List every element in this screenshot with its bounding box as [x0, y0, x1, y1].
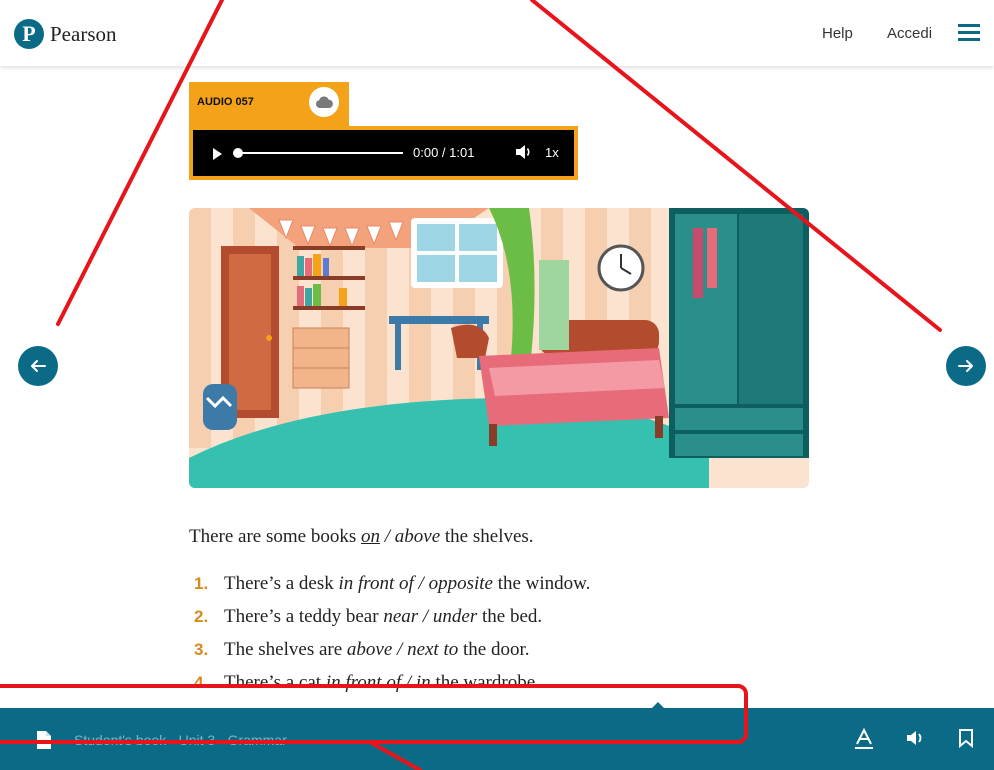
- volume-icon[interactable]: [906, 728, 926, 748]
- item-after: the bed.: [477, 606, 543, 627]
- exercise-list: 1. There’s a desk in front of / opposite…: [194, 573, 590, 705]
- item-before: There’s a cat: [224, 672, 326, 693]
- arrow-right-icon: [958, 360, 973, 372]
- pearson-logo[interactable]: P Pearson: [14, 19, 117, 49]
- list-item: 1. There’s a desk in front of / opposite…: [194, 573, 590, 606]
- text-format-icon[interactable]: [854, 728, 874, 750]
- item-before: There’s a teddy bear: [224, 606, 384, 627]
- cloud-download-button[interactable]: [306, 84, 342, 120]
- item-before: The shelves are: [224, 639, 347, 660]
- example-option: above: [394, 526, 441, 547]
- list-item: 3. The shelves are above / next to the d…: [194, 639, 590, 672]
- item-after: the door.: [458, 639, 530, 660]
- example-after: the shelves.: [440, 526, 534, 547]
- top-header: P Pearson Help Accedi: [0, 0, 994, 66]
- document-icon[interactable]: [36, 730, 52, 750]
- breadcrumb[interactable]: Student's book - Unit 3 - Grammar: [74, 732, 287, 748]
- audio-player: 0:00 / 1:01 1x: [189, 126, 578, 180]
- item-number: 3.: [194, 640, 209, 659]
- help-link[interactable]: Help: [822, 25, 853, 42]
- previous-page-button[interactable]: [18, 346, 58, 386]
- item-options[interactable]: above / next to: [347, 639, 458, 661]
- play-icon[interactable]: [213, 148, 222, 160]
- item-after: the window.: [492, 573, 591, 594]
- next-page-button[interactable]: [946, 346, 986, 386]
- cloud-download-icon: [315, 96, 333, 108]
- example-sentence: There are some books on / above the shel…: [189, 526, 534, 548]
- audio-time: 0:00 / 1:01: [413, 145, 475, 160]
- example-answer: on: [361, 526, 380, 547]
- example-before: There are some books: [189, 526, 361, 547]
- list-item: 4. There’s a cat in front of / in the wa…: [194, 672, 590, 705]
- example-separator: /: [380, 526, 395, 547]
- item-number: 4.: [194, 673, 209, 692]
- pearson-logo-text: Pearson: [50, 21, 117, 46]
- playback-speed[interactable]: 1x: [545, 145, 559, 160]
- login-link[interactable]: Accedi: [887, 25, 932, 42]
- bottom-toolbar: Student's book - Unit 3 - Grammar: [0, 708, 994, 770]
- item-number: 2.: [194, 607, 209, 626]
- audio-progress-bar[interactable]: [237, 152, 403, 154]
- item-options[interactable]: near / under: [383, 606, 477, 628]
- volume-icon[interactable]: [515, 144, 533, 160]
- item-options[interactable]: in front of / in: [326, 672, 431, 694]
- audio-player-body: 0:00 / 1:01 1x: [193, 130, 574, 176]
- hamburger-icon[interactable]: [958, 24, 980, 42]
- arrow-left-icon: [31, 360, 46, 372]
- bookmark-icon[interactable]: [958, 728, 974, 748]
- item-before: There’s a desk: [224, 573, 339, 594]
- pearson-logo-icon: P: [14, 19, 44, 49]
- item-number: 1.: [194, 574, 209, 593]
- bedroom-illustration: [189, 208, 809, 488]
- list-item: 2. There’s a teddy bear near / under the…: [194, 606, 590, 639]
- item-options[interactable]: in front of / opposite: [338, 573, 492, 595]
- item-after: the wardrobe.: [430, 672, 540, 693]
- audio-label: AUDIO 057: [197, 96, 254, 108]
- audio-progress-thumb[interactable]: [233, 148, 243, 158]
